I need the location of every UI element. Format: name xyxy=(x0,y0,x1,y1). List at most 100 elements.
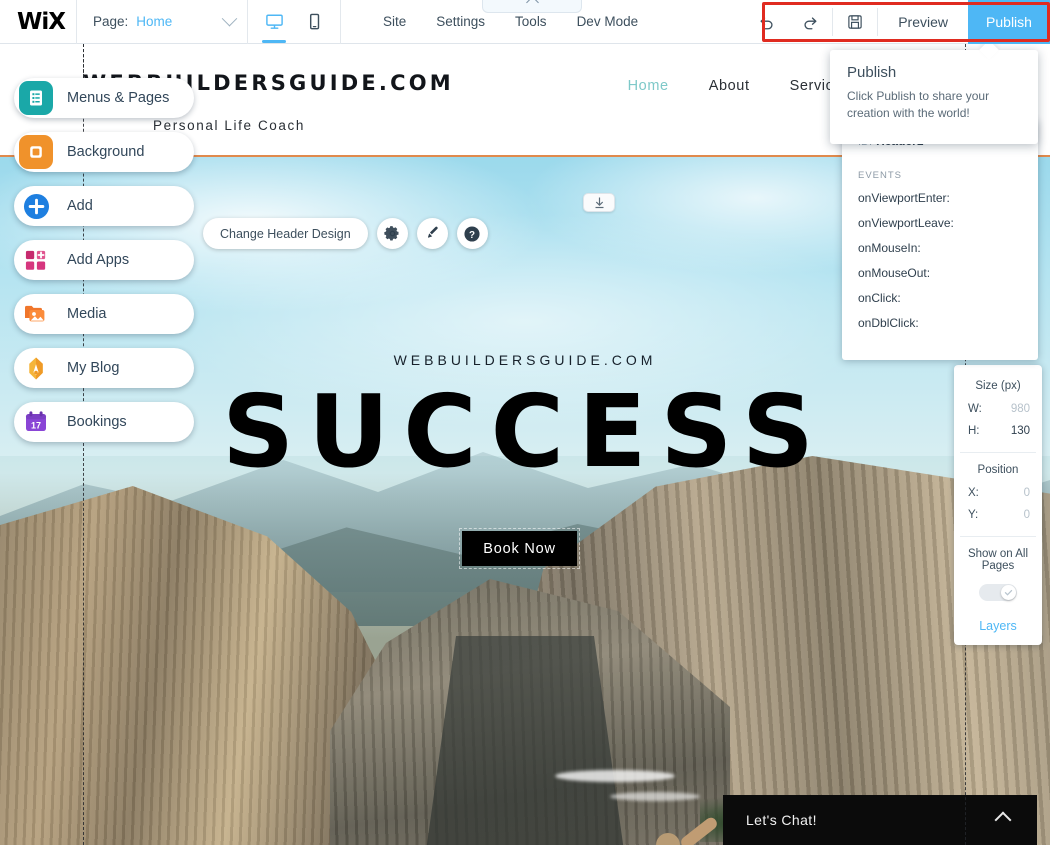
events-section-title: EVENTS xyxy=(858,170,903,181)
show-on-all-pages-label: Show on All Pages xyxy=(967,548,1029,572)
event-row-onviewportleave[interactable]: onViewportLeave: xyxy=(858,216,1022,230)
menu-dev-mode[interactable]: Dev Mode xyxy=(577,14,639,29)
sidebar-item-menus-pages[interactable]: Menus & Pages xyxy=(14,78,194,118)
snow-patch xyxy=(610,792,700,801)
save-icon xyxy=(848,15,862,29)
height-label: H: xyxy=(968,425,980,437)
menu-settings[interactable]: Settings xyxy=(436,14,485,29)
mobile-icon xyxy=(309,13,319,30)
toggle-knob xyxy=(1001,585,1016,600)
sidebar-item-bookings[interactable]: 17 Bookings xyxy=(14,402,194,442)
svg-text:17: 17 xyxy=(31,420,41,430)
wix-editor-window: WEBBUILDERSGUIDE.COM Personal Life Coach… xyxy=(0,0,1050,845)
header-settings-button[interactable] xyxy=(376,218,408,249)
x-value[interactable]: 0 xyxy=(1024,487,1030,499)
nav-link-home[interactable]: Home xyxy=(628,78,669,94)
sidebar-label: My Blog xyxy=(67,360,120,376)
sidebar-item-my-blog[interactable]: My Blog xyxy=(14,348,194,388)
show-on-all-pages-section: Show on All Pages xyxy=(954,541,1042,609)
sidebar-label: Media xyxy=(67,306,107,322)
editor-sidebar: Menus & Pages Background Add Add Apps Me… xyxy=(14,78,194,456)
event-row-ondblclick[interactable]: onDblClick: xyxy=(858,316,1022,330)
sidebar-item-add[interactable]: Add xyxy=(14,186,194,226)
height-value[interactable]: 130 xyxy=(1011,425,1030,437)
y-row[interactable]: Y: 0 xyxy=(954,504,1042,526)
gear-icon xyxy=(383,226,399,241)
header-edit-toolbar: Change Header Design ? xyxy=(203,218,488,249)
panel-divider xyxy=(960,536,1036,537)
change-header-design-button[interactable]: Change Header Design xyxy=(203,218,368,249)
event-row-onmousein[interactable]: onMouseIn: xyxy=(858,241,1022,255)
page-selector[interactable]: Page: Home xyxy=(77,0,247,44)
left-guide-top-segment xyxy=(83,44,84,78)
show-on-all-pages-toggle[interactable] xyxy=(979,584,1017,601)
sidebar-item-background[interactable]: Background xyxy=(14,132,194,172)
layers-button[interactable]: Layers xyxy=(954,609,1042,635)
event-row-onmouseout[interactable]: onMouseOut: xyxy=(858,266,1022,280)
event-row-onclick[interactable]: onClick: xyxy=(858,291,1022,305)
add-icon xyxy=(19,189,53,223)
menu-tools[interactable]: Tools xyxy=(515,14,547,29)
background-icon xyxy=(19,135,53,169)
undo-button[interactable] xyxy=(744,0,788,44)
site-nav: Home About Services xyxy=(628,78,850,94)
check-icon xyxy=(1004,589,1013,596)
properties-panel: Size (px) W: 980 H: 130 Position X: 0 Y:… xyxy=(954,365,1042,645)
publish-button[interactable]: Publish xyxy=(968,0,1050,44)
menu-site[interactable]: Site xyxy=(383,14,406,29)
event-row-onviewportenter[interactable]: onViewportEnter: xyxy=(858,191,1022,205)
chevron-up-icon[interactable] xyxy=(994,811,1012,829)
book-now-button[interactable]: Book Now xyxy=(462,531,577,566)
panel-divider xyxy=(960,452,1036,453)
x-label: X: xyxy=(968,487,979,499)
height-row[interactable]: H: 130 xyxy=(954,420,1042,442)
sidebar-label: Menus & Pages xyxy=(67,90,170,106)
editor-top-bar: WiX Page: Home Site Settings Tools Dev M… xyxy=(0,0,1050,44)
position-section: Position X: 0 Y: 0 xyxy=(954,457,1042,532)
sidebar-label: Background xyxy=(67,144,145,160)
header-design-button[interactable] xyxy=(416,218,448,249)
sidebar-item-media[interactable]: Media xyxy=(14,294,194,334)
sidebar-label: Add xyxy=(67,198,93,214)
width-label: W: xyxy=(968,403,982,415)
width-row[interactable]: W: 980 xyxy=(954,398,1042,420)
redo-icon xyxy=(804,16,817,29)
y-value[interactable]: 0 xyxy=(1024,509,1030,521)
arrow-down-icon xyxy=(595,197,603,208)
desktop-view-button[interactable] xyxy=(258,2,290,43)
climber-head xyxy=(656,833,680,845)
live-chat-bar[interactable]: Let's Chat! xyxy=(723,795,1037,845)
mobile-view-button[interactable] xyxy=(298,2,330,42)
nav-link-about[interactable]: About xyxy=(709,78,750,94)
width-value[interactable]: 980 xyxy=(1011,403,1030,415)
save-button[interactable] xyxy=(833,0,877,44)
chevron-down-icon[interactable] xyxy=(221,10,238,27)
sidebar-label: Add Apps xyxy=(67,252,130,268)
wix-logo[interactable]: WiX xyxy=(6,9,76,35)
collapse-toolbar-tab[interactable] xyxy=(482,0,582,13)
header-help-button[interactable]: ? xyxy=(456,218,488,249)
page-selector-value: Home xyxy=(136,14,173,29)
desktop-icon xyxy=(265,14,283,29)
add-apps-icon xyxy=(19,243,53,277)
sidebar-item-add-apps[interactable]: Add Apps xyxy=(14,240,194,280)
events-panel: ID:Header1 EVENTS onViewportEnter: onVie… xyxy=(842,120,1038,360)
device-switcher xyxy=(248,0,340,44)
menus-pages-icon xyxy=(19,81,53,115)
tooltip-title: Publish xyxy=(847,64,897,81)
my-blog-icon xyxy=(19,351,53,385)
bookings-icon: 17 xyxy=(19,405,53,439)
size-section: Size (px) W: 980 H: 130 xyxy=(954,373,1042,448)
svg-text:?: ? xyxy=(469,229,475,240)
header-resize-handle[interactable] xyxy=(583,193,615,212)
help-icon: ? xyxy=(464,225,480,242)
redo-button[interactable] xyxy=(788,0,832,44)
x-row[interactable]: X: 0 xyxy=(954,482,1042,504)
chat-label: Let's Chat! xyxy=(746,812,817,828)
position-section-title: Position xyxy=(977,464,1019,476)
size-section-title: Size (px) xyxy=(975,380,1021,392)
page-selector-label: Page: xyxy=(93,14,129,29)
media-icon xyxy=(19,297,53,331)
preview-button[interactable]: Preview xyxy=(878,0,968,44)
undo-icon xyxy=(760,16,773,29)
